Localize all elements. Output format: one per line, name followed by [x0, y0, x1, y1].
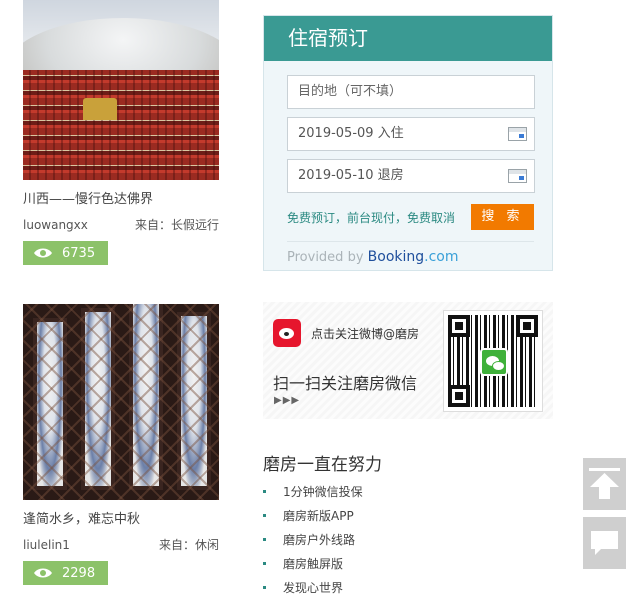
view-count-badge: 2298 [23, 561, 108, 585]
back-to-top-button[interactable] [583, 458, 626, 510]
article-photo[interactable] [23, 0, 219, 180]
checkin-date-field[interactable]: 2019-05-09 入住 [287, 117, 535, 151]
search-button[interactable]: 搜 索 [471, 204, 534, 230]
article-meta: luowangxx 来自：长假远行 [23, 217, 219, 233]
checkin-date-value: 2019-05-09 入住 [298, 126, 404, 141]
list-item[interactable]: 磨房新版APP [263, 508, 363, 532]
list-item[interactable]: 发现心世界 [263, 580, 363, 604]
weibo-follow-text[interactable]: 点击关注微博@磨房 [311, 325, 419, 342]
feedback-button[interactable] [583, 517, 626, 569]
article-card[interactable]: 川西——慢行色达佛界 luowangxx 来自：长假远行 6735 [23, 0, 219, 265]
from-label: 来自： [134, 218, 171, 232]
wechat-icon [480, 348, 508, 376]
checkout-date-field[interactable]: 2019-05-10 退房 [287, 159, 535, 193]
source-link[interactable]: 长假远行 [171, 218, 219, 232]
view-count: 2298 [62, 565, 96, 581]
social-follow-banner: 点击关注微博@磨房 扫一扫关注磨房微信 ▶▶▶ [263, 302, 553, 419]
author-name[interactable]: luowangxx [23, 217, 88, 233]
divider [287, 241, 534, 242]
wechat-follow-text: 扫一扫关注磨房微信 [273, 374, 418, 393]
booking-widget: 住宿预订 目的地（可不填） 2019-05-09 入住 2019-05-10 退… [263, 15, 553, 271]
author-name[interactable]: liulelin1 [23, 537, 70, 553]
view-count: 6735 [62, 245, 96, 261]
from-label: 来自： [158, 538, 195, 552]
booking-title: 住宿预订 [264, 16, 552, 61]
source-info: 来自：长假远行 [135, 217, 219, 233]
booking-promo-text: 免费预订，前台现付，免费取消 [287, 211, 456, 225]
list-item[interactable]: 1分钟微信投保 [263, 484, 363, 508]
source-info: 来自：休闲 [159, 537, 219, 553]
destination-placeholder: 目的地（可不填） [298, 84, 403, 99]
provided-by: Provided by Booking.com [287, 249, 459, 265]
article-card[interactable]: 逢简水乡，难忘中秋 liulelin1 来自：休闲 2298 [23, 304, 219, 585]
chat-bubble-icon [591, 531, 618, 555]
article-title[interactable]: 川西——慢行色达佛界 [23, 191, 219, 209]
list-item[interactable]: 磨房户外线路 [263, 532, 363, 556]
eye-icon [34, 248, 52, 258]
checkout-date-value: 2019-05-10 退房 [298, 168, 404, 183]
arrows-decoration: ▶▶▶ [274, 395, 301, 406]
destination-input[interactable]: 目的地（可不填） [287, 75, 535, 109]
provided-by-label: Provided by [287, 250, 364, 265]
booking-brand-suffix[interactable]: .com [424, 249, 458, 265]
source-link[interactable]: 休闲 [195, 538, 219, 552]
view-count-badge: 6735 [23, 241, 108, 265]
effort-link-list: 1分钟微信投保 磨房新版APP 磨房户外线路 磨房触屏版 发现心世界 [263, 484, 363, 604]
weibo-icon[interactable] [273, 319, 301, 347]
list-item[interactable]: 磨房触屏版 [263, 556, 363, 580]
calendar-icon[interactable] [508, 169, 527, 183]
eye-icon [34, 568, 52, 578]
calendar-icon[interactable] [508, 127, 527, 141]
article-meta: liulelin1 来自：休闲 [23, 537, 219, 553]
section-title: 磨房一直在努力 [263, 455, 382, 475]
article-title[interactable]: 逢简水乡，难忘中秋 [23, 511, 219, 529]
booking-brand-logo[interactable]: Booking [368, 249, 425, 265]
arrow-up-icon [589, 468, 620, 499]
wechat-qr-code [443, 310, 543, 412]
article-photo[interactable] [23, 304, 219, 500]
